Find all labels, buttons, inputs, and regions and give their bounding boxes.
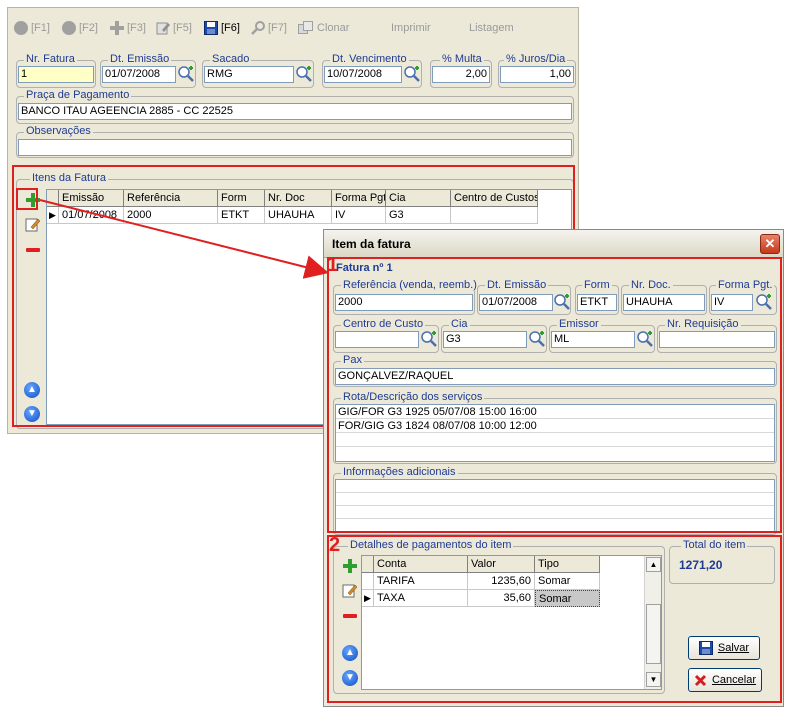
callout-arrow (39, 199, 329, 279)
